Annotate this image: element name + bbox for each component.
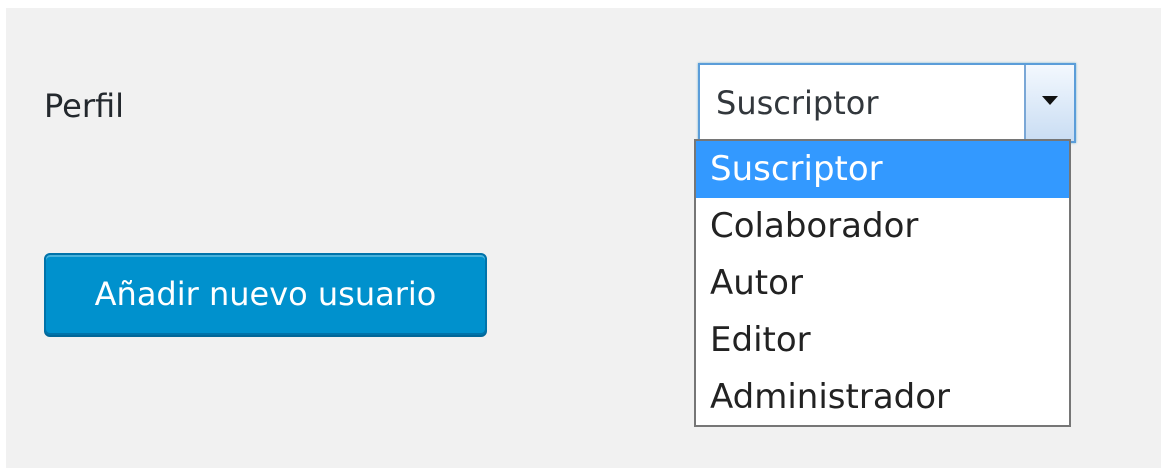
role-option-suscriptor[interactable]: Suscriptor [696, 141, 1069, 198]
select-arrow-button[interactable] [1024, 65, 1074, 141]
role-option-colaborador[interactable]: Colaborador [696, 198, 1069, 255]
role-option-autor[interactable]: Autor [696, 255, 1069, 312]
add-new-user-button[interactable]: Añadir nuevo usuario [44, 253, 487, 335]
role-option-editor[interactable]: Editor [696, 312, 1069, 369]
chevron-down-icon [1042, 96, 1058, 105]
role-select[interactable]: Suscriptor [698, 63, 1076, 143]
role-option-administrador[interactable]: Administrador [696, 369, 1069, 426]
role-select-value: Suscriptor [716, 84, 879, 122]
role-dropdown-list: Suscriptor Colaborador Autor Editor Admi… [694, 139, 1071, 427]
profile-label: Perfil [44, 87, 125, 125]
